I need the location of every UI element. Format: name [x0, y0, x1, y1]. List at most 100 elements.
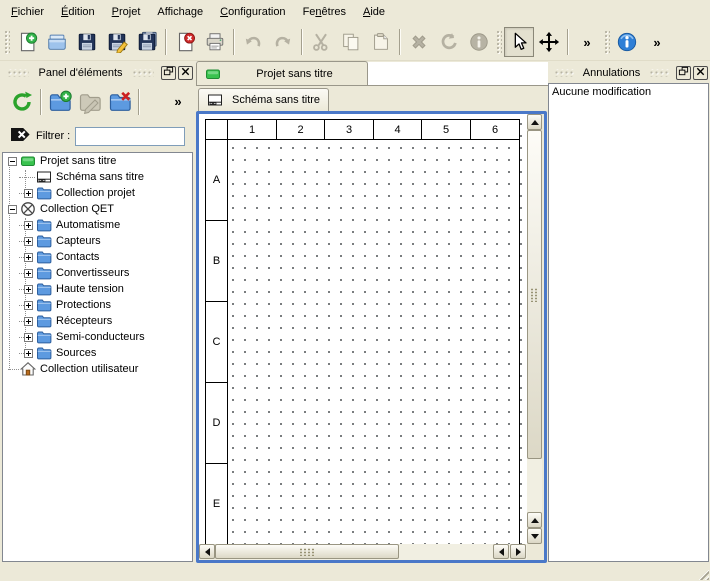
- undo-list-item[interactable]: Aucune modification: [549, 84, 708, 100]
- selection-mode-button[interactable]: [504, 27, 534, 57]
- tree-item-collection-projet[interactable]: Collection projet: [3, 185, 192, 201]
- tree-item-projet-sans-titre[interactable]: Projet sans titre: [3, 153, 192, 169]
- new-document-button[interactable]: [12, 27, 42, 57]
- undo-button[interactable]: [238, 27, 268, 57]
- scroll-up-button[interactable]: [527, 114, 542, 130]
- panel-overflow-button[interactable]: »: [163, 87, 193, 117]
- scroll-down-button[interactable]: [527, 528, 542, 544]
- horizontal-scrollbar[interactable]: [199, 544, 527, 560]
- tab-projet-sans-titre[interactable]: Projet sans titre: [196, 61, 368, 85]
- delete-category-button[interactable]: [105, 87, 135, 117]
- scroll-left-button-2[interactable]: [493, 544, 509, 559]
- toolbar-separator: [165, 29, 167, 55]
- expand-toggle-icon[interactable]: [24, 189, 33, 198]
- float-panel-button[interactable]: [161, 66, 176, 80]
- tab-schema-sans-titre[interactable]: Schéma sans titre: [198, 88, 329, 111]
- toolbar-separator: [301, 29, 303, 55]
- menu-item-edition[interactable]: Édition: [54, 4, 102, 20]
- menu-item-fenetres[interactable]: Fenêtres: [296, 4, 353, 20]
- open-document-button[interactable]: [42, 27, 72, 57]
- toolbar-handle[interactable]: [496, 30, 502, 54]
- print-button[interactable]: [200, 27, 230, 57]
- save-button[interactable]: [72, 27, 102, 57]
- menu-item-aide[interactable]: Aide: [356, 4, 392, 20]
- tree-item-protections[interactable]: Protections: [3, 297, 192, 313]
- tree-item-capteurs[interactable]: Capteurs: [3, 233, 192, 249]
- float-panel-button[interactable]: [676, 66, 691, 80]
- undo-panel-titlebar[interactable]: Annulations: [549, 64, 708, 81]
- scroll-left-button[interactable]: [199, 544, 215, 559]
- tree-item-convertisseurs[interactable]: Convertisseurs: [3, 265, 192, 281]
- undo-history-list[interactable]: Aucune modification: [548, 83, 709, 562]
- paste-button[interactable]: [366, 27, 396, 57]
- collapse-toggle-icon[interactable]: [8, 205, 17, 214]
- toolbar2-overflow-button[interactable]: »: [642, 27, 672, 57]
- close-file-button[interactable]: [170, 27, 200, 57]
- filter-input[interactable]: [75, 127, 185, 146]
- save-all-button[interactable]: [132, 27, 162, 57]
- expand-toggle-icon[interactable]: [24, 301, 33, 310]
- grid-row-header-E: E: [205, 463, 228, 544]
- rotate-button[interactable]: [434, 27, 464, 57]
- clear-filter-button[interactable]: [10, 127, 31, 145]
- new-category-button[interactable]: [45, 87, 75, 117]
- diagram-infos-button[interactable]: [612, 27, 642, 57]
- diagram-view: 123456ABCDE: [196, 111, 547, 563]
- toolbar-overflow-button[interactable]: »: [572, 27, 602, 57]
- horizontal-scroll-thumb[interactable]: [215, 544, 399, 559]
- tree-item-haute-tension[interactable]: Haute tension: [3, 281, 192, 297]
- tree-item-collection-utilisateur[interactable]: Collection utilisateur: [3, 361, 192, 377]
- blue-folder-icon: [36, 281, 52, 297]
- home-icon: [20, 361, 36, 377]
- tree-item-recepteurs[interactable]: Récepteurs: [3, 313, 192, 329]
- vertical-scrollbar[interactable]: [527, 114, 542, 544]
- edit-category-button[interactable]: [75, 87, 105, 117]
- tree-item-automatisme[interactable]: Automatisme: [3, 217, 192, 233]
- frame-right-border: [519, 119, 520, 544]
- expand-toggle-icon[interactable]: [24, 317, 33, 326]
- toolbar-handle[interactable]: [4, 30, 10, 54]
- scroll-right-button[interactable]: [510, 544, 526, 559]
- grid-column-header-6: 6: [470, 119, 520, 140]
- diagram-canvas[interactable]: 123456ABCDE: [199, 114, 527, 544]
- menu-item-configuration[interactable]: Configuration: [213, 4, 292, 20]
- tree-item-semi-conducteurs[interactable]: Semi-conducteurs: [3, 329, 192, 345]
- elements-panel-titlebar[interactable]: Panel d'éléments: [2, 64, 193, 81]
- reload-collections-button[interactable]: [7, 87, 37, 117]
- cut-button[interactable]: [306, 27, 336, 57]
- expand-toggle-icon[interactable]: [24, 269, 33, 278]
- redo-button[interactable]: [268, 27, 298, 57]
- element-infos-button[interactable]: [464, 27, 494, 57]
- vertical-scroll-thumb[interactable]: [527, 130, 542, 459]
- close-panel-button[interactable]: [693, 66, 708, 80]
- grid-column-header-5: 5: [421, 119, 471, 140]
- delete-button[interactable]: [404, 27, 434, 57]
- pan-mode-button[interactable]: [534, 27, 564, 57]
- expand-toggle-icon[interactable]: [24, 333, 33, 342]
- menu-item-fichier[interactable]: Fichier: [4, 4, 51, 20]
- printer-icon: [204, 31, 226, 53]
- toolbar-handle[interactable]: [604, 30, 610, 54]
- collapse-toggle-icon[interactable]: [8, 157, 17, 166]
- expand-toggle-icon[interactable]: [24, 221, 33, 230]
- menu-item-affichage[interactable]: Affichage: [150, 4, 210, 20]
- thumb-grip: [530, 288, 539, 302]
- tree-item-sources[interactable]: Sources: [3, 345, 192, 361]
- copy-button[interactable]: [336, 27, 366, 57]
- expand-toggle-icon[interactable]: [24, 237, 33, 246]
- tree-item-schema-sans-titre[interactable]: Schéma sans titre: [3, 169, 192, 185]
- menu-item-projet[interactable]: Projet: [105, 4, 148, 20]
- project-folder-icon: [205, 66, 221, 82]
- resize-grip[interactable]: [696, 567, 709, 580]
- scroll-up-button-2[interactable]: [527, 512, 542, 528]
- undo-arrow-icon: [242, 31, 264, 53]
- close-panel-button[interactable]: [178, 66, 193, 80]
- elements-tree[interactable]: Projet sans titreSchéma sans titreCollec…: [2, 152, 193, 562]
- expand-toggle-icon[interactable]: [24, 253, 33, 262]
- expand-toggle-icon[interactable]: [24, 349, 33, 358]
- save-as-button[interactable]: [102, 27, 132, 57]
- tree-item-contacts[interactable]: Contacts: [3, 249, 192, 265]
- expand-toggle-icon[interactable]: [24, 285, 33, 294]
- move-cross-icon: [538, 31, 560, 53]
- tree-item-collection-qet[interactable]: Collection QET: [3, 201, 192, 217]
